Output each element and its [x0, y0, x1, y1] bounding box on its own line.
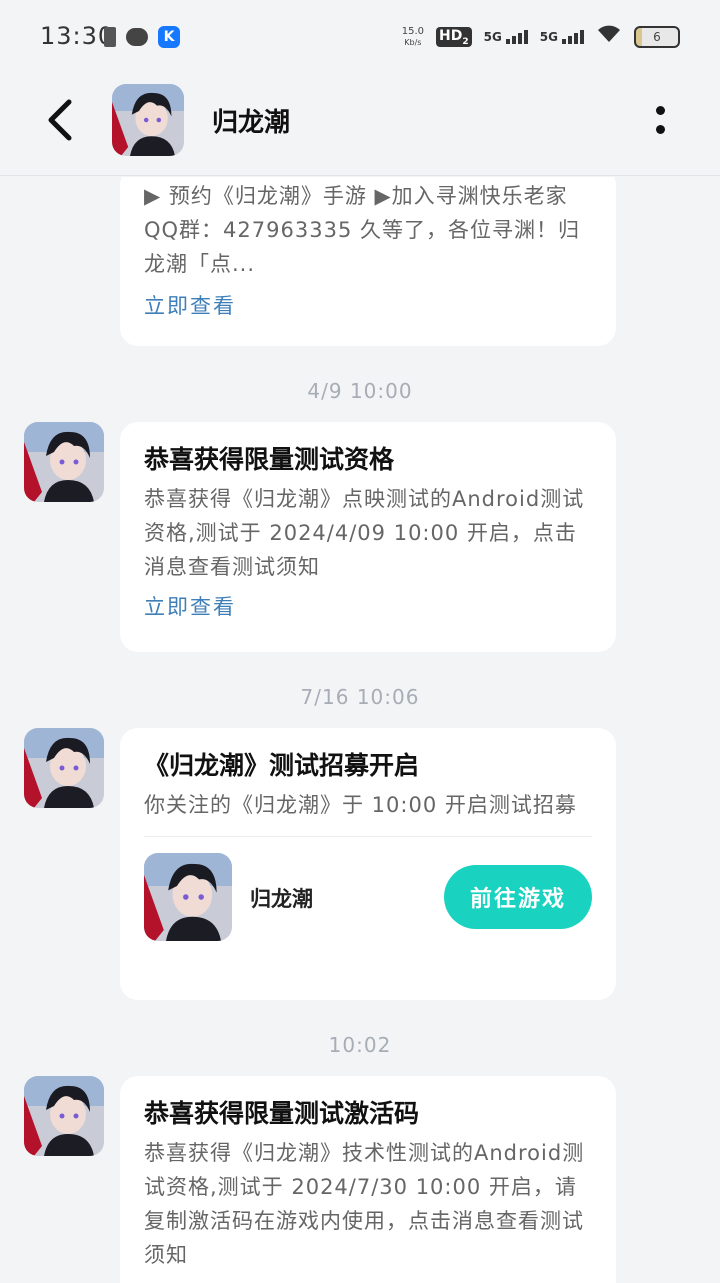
message-title: 恭喜获得限量测试资格 [144, 445, 395, 474]
view-now-link[interactable]: 立即查看 [144, 291, 592, 321]
network-speed-value: 15.0 [401, 26, 424, 37]
message-body: 恭喜获得《归龙潮》点映测试的Android测试资格,测试于 2024/4/09 … [144, 487, 585, 579]
game-icon[interactable] [144, 853, 232, 941]
signal-5g-icon: 5G [540, 30, 584, 44]
character-portrait-icon [24, 422, 104, 502]
more-options-button[interactable] [644, 100, 676, 140]
signal-5g-icon: 5G [484, 30, 528, 44]
status-right-icons: 15.0 Kb/s HD2 5G 5G 6 [402, 24, 680, 50]
go-to-game-button[interactable]: 前往游戏 [444, 865, 592, 929]
network-speed: 15.0 Kb/s [402, 26, 424, 48]
message-body: 你关注的《归龙潮》于 10:00 开启测试招募 [144, 793, 577, 817]
hd-label: HD [438, 27, 463, 44]
battery-small-icon [104, 27, 116, 47]
sender-avatar[interactable] [24, 1076, 104, 1156]
game-row[interactable]: 归龙潮 前往游戏 [144, 837, 592, 965]
network-speed-unit: Kb/s [404, 38, 422, 47]
message-title: 恭喜获得限量测试激活码 [144, 1099, 420, 1128]
view-now-link[interactable]: 立即查看 [144, 592, 592, 622]
wifi-icon [596, 24, 622, 50]
hd-icon: HD2 [435, 26, 472, 48]
message-timestamp: 4/9 10:00 [307, 379, 413, 403]
status-left-icons: K [104, 26, 180, 48]
game-name: 归龙潮 [250, 887, 313, 911]
character-portrait-icon [24, 728, 104, 808]
message-card[interactable]: 《归龙潮》测试招募开启 你关注的《归龙潮》于 10:00 开启测试招募 归龙潮 … [120, 728, 616, 1000]
chat-bubble-icon [126, 28, 148, 46]
signal-label: 5G [483, 30, 502, 44]
hd-sub: 2 [462, 36, 469, 47]
more-vertical-icon [655, 106, 665, 115]
sender-avatar[interactable] [24, 422, 104, 502]
game-avatar[interactable] [112, 84, 184, 156]
message-card[interactable]: 恭喜获得限量测试资格 恭喜获得《归龙潮》点映测试的Android测试资格,测试于… [120, 422, 616, 652]
k-app-icon: K [158, 26, 180, 48]
message-title: 《归龙潮》测试招募开启 [144, 751, 420, 780]
character-portrait-icon [144, 853, 232, 941]
message-card[interactable]: 恭喜获得限量测试激活码 恭喜获得《归龙潮》技术性测试的Android测试资格,测… [120, 1076, 616, 1283]
page-title: 归龙潮 [212, 108, 291, 138]
status-bar: 13:30 K 15.0 Kb/s HD2 5G 5G 6 [0, 0, 720, 72]
character-portrait-icon [24, 1076, 104, 1156]
back-button[interactable] [36, 96, 84, 144]
message-card[interactable]: ▶ 预约《归龙潮》手游 ▶加入寻渊快乐老家QQ群：427963335 久等了，各… [120, 177, 616, 346]
message-timestamp: 10:02 [328, 1033, 392, 1057]
battery-icon: 6 [634, 26, 680, 48]
sender-avatar[interactable] [24, 728, 104, 808]
back-arrow-icon [48, 99, 72, 141]
message-feed[interactable]: ▶ 预约《归龙潮》手游 ▶加入寻渊快乐老家QQ群：427963335 久等了，各… [0, 177, 720, 1283]
character-portrait-icon [112, 84, 184, 156]
battery-level: 6 [653, 30, 661, 44]
signal-label: 5G [539, 30, 558, 44]
message-body: ▶ 预约《归龙潮》手游 ▶加入寻渊快乐老家QQ群：427963335 久等了，各… [144, 184, 580, 276]
message-body: 恭喜获得《归龙潮》技术性测试的Android测试资格,测试于 2024/7/30… [144, 1141, 585, 1267]
message-timestamp: 7/16 10:06 [300, 685, 420, 709]
chat-header: 归龙潮 [0, 72, 720, 176]
